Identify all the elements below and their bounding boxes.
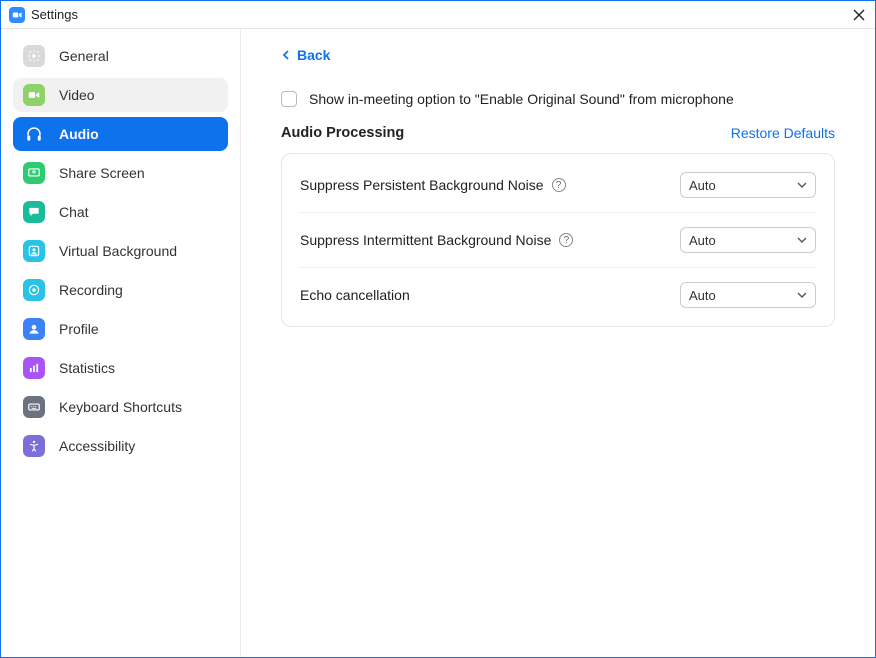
- window-title: Settings: [31, 7, 78, 22]
- titlebar: Settings: [1, 1, 875, 29]
- sidebar-item-label: Video: [59, 87, 95, 103]
- sidebar-item-chat[interactable]: Chat: [13, 195, 228, 229]
- sidebar-item-label: Profile: [59, 321, 99, 337]
- select-value: Auto: [689, 233, 716, 248]
- settings-window: Settings General Video: [0, 0, 876, 658]
- sidebar-item-recording[interactable]: Recording: [13, 273, 228, 307]
- sidebar-item-virtual-background[interactable]: Virtual Background: [13, 234, 228, 268]
- sidebar-item-label: Statistics: [59, 360, 115, 376]
- chevron-down-icon: [797, 290, 807, 300]
- video-icon: [23, 84, 45, 106]
- chat-icon: [23, 201, 45, 223]
- sidebar-item-label: Audio: [59, 126, 99, 142]
- row-label: Echo cancellation: [300, 287, 410, 303]
- sidebar-item-profile[interactable]: Profile: [13, 312, 228, 346]
- help-icon[interactable]: ?: [559, 233, 573, 247]
- select-value: Auto: [689, 288, 716, 303]
- sidebar-item-accessibility[interactable]: Accessibility: [13, 429, 228, 463]
- sidebar-item-keyboard-shortcuts[interactable]: Keyboard Shortcuts: [13, 390, 228, 424]
- sidebar-item-label: Share Screen: [59, 165, 145, 181]
- chevron-down-icon: [797, 180, 807, 190]
- sidebar-item-general[interactable]: General: [13, 39, 228, 73]
- back-label: Back: [297, 47, 330, 63]
- original-sound-checkbox[interactable]: [281, 91, 297, 107]
- sidebar-item-share-screen[interactable]: Share Screen: [13, 156, 228, 190]
- section-header: Audio Processing Restore Defaults: [281, 125, 835, 141]
- sidebar-item-video[interactable]: Video: [13, 78, 228, 112]
- sidebar-item-label: General: [59, 48, 109, 64]
- recording-icon: [23, 279, 45, 301]
- row-label: Suppress Intermittent Background Noise: [300, 232, 551, 248]
- help-icon[interactable]: ?: [552, 178, 566, 192]
- sidebar-item-label: Recording: [59, 282, 123, 298]
- chevron-down-icon: [797, 235, 807, 245]
- app-icon: [9, 7, 25, 23]
- share-screen-icon: [23, 162, 45, 184]
- sidebar-item-label: Chat: [59, 204, 89, 220]
- row-suppress-intermittent: Suppress Intermittent Background Noise ?…: [300, 213, 816, 268]
- sidebar-item-label: Virtual Background: [59, 243, 177, 259]
- virtual-bg-icon: [23, 240, 45, 262]
- profile-icon: [23, 318, 45, 340]
- sidebar-item-statistics[interactable]: Statistics: [13, 351, 228, 385]
- content-area: Back Show in-meeting option to "Enable O…: [241, 29, 875, 657]
- sidebar-item-label: Keyboard Shortcuts: [59, 399, 182, 415]
- section-title: Audio Processing: [281, 125, 404, 141]
- select-echo-cancellation[interactable]: Auto: [680, 282, 816, 308]
- restore-defaults-link[interactable]: Restore Defaults: [731, 125, 835, 141]
- keyboard-icon: [23, 396, 45, 418]
- body: General Video Audio Share Screen: [1, 29, 875, 657]
- original-sound-row: Show in-meeting option to "Enable Origin…: [281, 91, 835, 107]
- select-value: Auto: [689, 178, 716, 193]
- back-button[interactable]: Back: [281, 47, 835, 63]
- chevron-left-icon: [281, 50, 291, 60]
- audio-processing-card: Suppress Persistent Background Noise ? A…: [281, 153, 835, 327]
- headphones-icon: [23, 123, 45, 145]
- sidebar: General Video Audio Share Screen: [1, 29, 241, 657]
- gear-icon: [23, 45, 45, 67]
- row-suppress-persistent: Suppress Persistent Background Noise ? A…: [300, 158, 816, 213]
- row-label: Suppress Persistent Background Noise: [300, 177, 544, 193]
- accessibility-icon: [23, 435, 45, 457]
- statistics-icon: [23, 357, 45, 379]
- row-echo-cancellation: Echo cancellation Auto: [300, 268, 816, 322]
- original-sound-label: Show in-meeting option to "Enable Origin…: [309, 91, 734, 107]
- sidebar-item-audio[interactable]: Audio: [13, 117, 228, 151]
- sidebar-item-label: Accessibility: [59, 438, 135, 454]
- select-suppress-persistent[interactable]: Auto: [680, 172, 816, 198]
- select-suppress-intermittent[interactable]: Auto: [680, 227, 816, 253]
- close-button[interactable]: [849, 5, 869, 25]
